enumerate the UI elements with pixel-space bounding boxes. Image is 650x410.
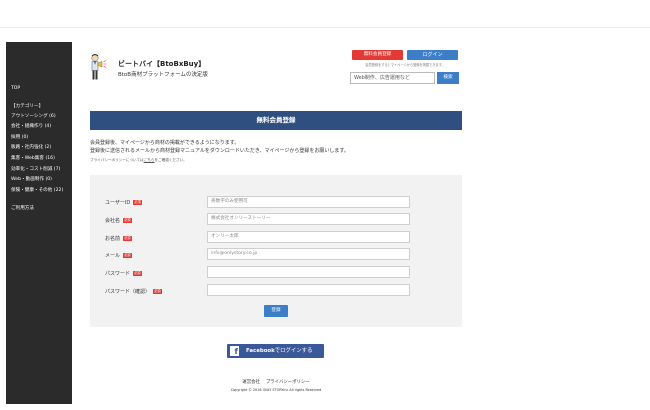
email-label-text: メール xyxy=(105,253,121,259)
privacy-note-after: をご確認ください。 xyxy=(154,158,187,162)
password-confirm-label: パスワード（確認） 必須 xyxy=(105,288,162,295)
password-label-text: パスワード xyxy=(105,271,131,277)
user-id-field[interactable]: 英数字のみ使用可 xyxy=(207,196,410,208)
facebook-login-label: Facebookでログインする xyxy=(246,344,312,358)
password-field[interactable] xyxy=(207,266,410,278)
search-button[interactable]: 検索 xyxy=(437,72,459,84)
footer-link-privacy[interactable]: プライバシーポリシー xyxy=(266,380,310,385)
privacy-note: プライバシーポリシーについてはこちらをご確認ください。 xyxy=(90,158,187,163)
footer-link-company[interactable]: 運営会社 xyxy=(242,380,260,385)
password-confirm-label-text: パスワード（確認） xyxy=(105,289,151,295)
user-id-label-text: ユーザーID xyxy=(105,200,131,206)
sidebar-item-organization[interactable]: 会社・組織作り (4) xyxy=(11,124,51,130)
required-badge: 必須 xyxy=(133,271,142,276)
password-confirm-field[interactable] xyxy=(207,284,410,296)
company-label: 会社名 必須 xyxy=(105,217,132,224)
required-badge: 必須 xyxy=(123,236,132,241)
sidebar-item-outsourcing[interactable]: アウトソーシング (6) xyxy=(11,114,56,120)
email-field[interactable]: info@onlystory.co.jp xyxy=(207,248,410,260)
sidebar-item-web-video[interactable]: Web・動画制作 (0) xyxy=(11,177,52,183)
password-label: パスワード 必須 xyxy=(105,270,142,277)
register-button[interactable]: 無料会員登録 xyxy=(352,50,403,60)
copyright: Copyright © 2016 ONLY STORYinc All right… xyxy=(230,388,322,392)
intro-text-line-1: 会員登録後、マイページから商材の掲載ができるようになります。 xyxy=(90,140,240,146)
required-badge: 必須 xyxy=(123,218,132,223)
facebook-login-button[interactable]: f Facebookでログインする xyxy=(227,344,324,358)
user-id-label: ユーザーID 必須 xyxy=(105,199,142,206)
sidebar-item-efficiency[interactable]: 効率化・コスト削減 (7) xyxy=(11,167,60,173)
login-button[interactable]: ログイン xyxy=(407,50,458,60)
intro-text-line-2: 登録後に送信されるメールから商材登録マニュアルをダウンロードいただき、マイページ… xyxy=(90,148,349,154)
sidebar-item-insurance[interactable]: 保険・健康・その他 (22) xyxy=(11,188,63,194)
required-badge: 必須 xyxy=(153,289,162,294)
sidebar-item-recruiting[interactable]: 採用 (0) xyxy=(11,135,28,141)
name-field[interactable]: オンリー太郎 xyxy=(207,231,410,243)
site-title[interactable]: ビートバイ【BtoBxBuy】 xyxy=(118,59,205,69)
privacy-policy-link[interactable]: こちら xyxy=(144,158,155,162)
facebook-brand-text: Facebook xyxy=(246,348,275,354)
sidebar-item-top[interactable]: TOP xyxy=(11,86,20,92)
required-badge: 必須 xyxy=(123,253,132,258)
footer-links: 運営会社 プライバシーポリシー xyxy=(90,379,462,385)
sidebar: TOP 【カテゴリー】 アウトソーシング (6) 会社・組織作り (4) 採用 … xyxy=(6,42,72,404)
page-title-banner: 無料会員登録 xyxy=(90,111,462,130)
header-note: 会員登録をするとマイページから登録を掲載できます。 xyxy=(365,62,445,67)
email-label: メール 必須 xyxy=(105,252,132,259)
sidebar-item-sales[interactable]: 販路・社内強化 (2) xyxy=(11,145,51,151)
privacy-note-before: プライバシーポリシーについては xyxy=(90,158,144,162)
facebook-action-text: でログインする xyxy=(274,348,313,354)
submit-button[interactable]: 登録 xyxy=(264,305,288,317)
top-divider xyxy=(0,27,650,28)
facebook-icon: f xyxy=(230,346,239,356)
sidebar-category-heading: 【カテゴリー】 xyxy=(11,104,44,109)
sidebar-item-guide[interactable]: ご利用方法 xyxy=(11,206,34,212)
search-input[interactable]: Web制作、広告運用など xyxy=(350,72,435,84)
company-field[interactable]: 株式会社オンリーストーリー xyxy=(207,213,410,225)
site-logo[interactable] xyxy=(87,53,113,83)
required-badge: 必須 xyxy=(133,200,142,205)
name-label-text: お名前 xyxy=(105,236,121,242)
sidebar-item-marketing[interactable]: 集客・Web集客 (16) xyxy=(11,156,55,162)
site-subtitle: BtoB商材プラットフォームの決定版 xyxy=(118,72,208,78)
name-label: お名前 必須 xyxy=(105,235,132,242)
company-label-text: 会社名 xyxy=(105,218,121,224)
